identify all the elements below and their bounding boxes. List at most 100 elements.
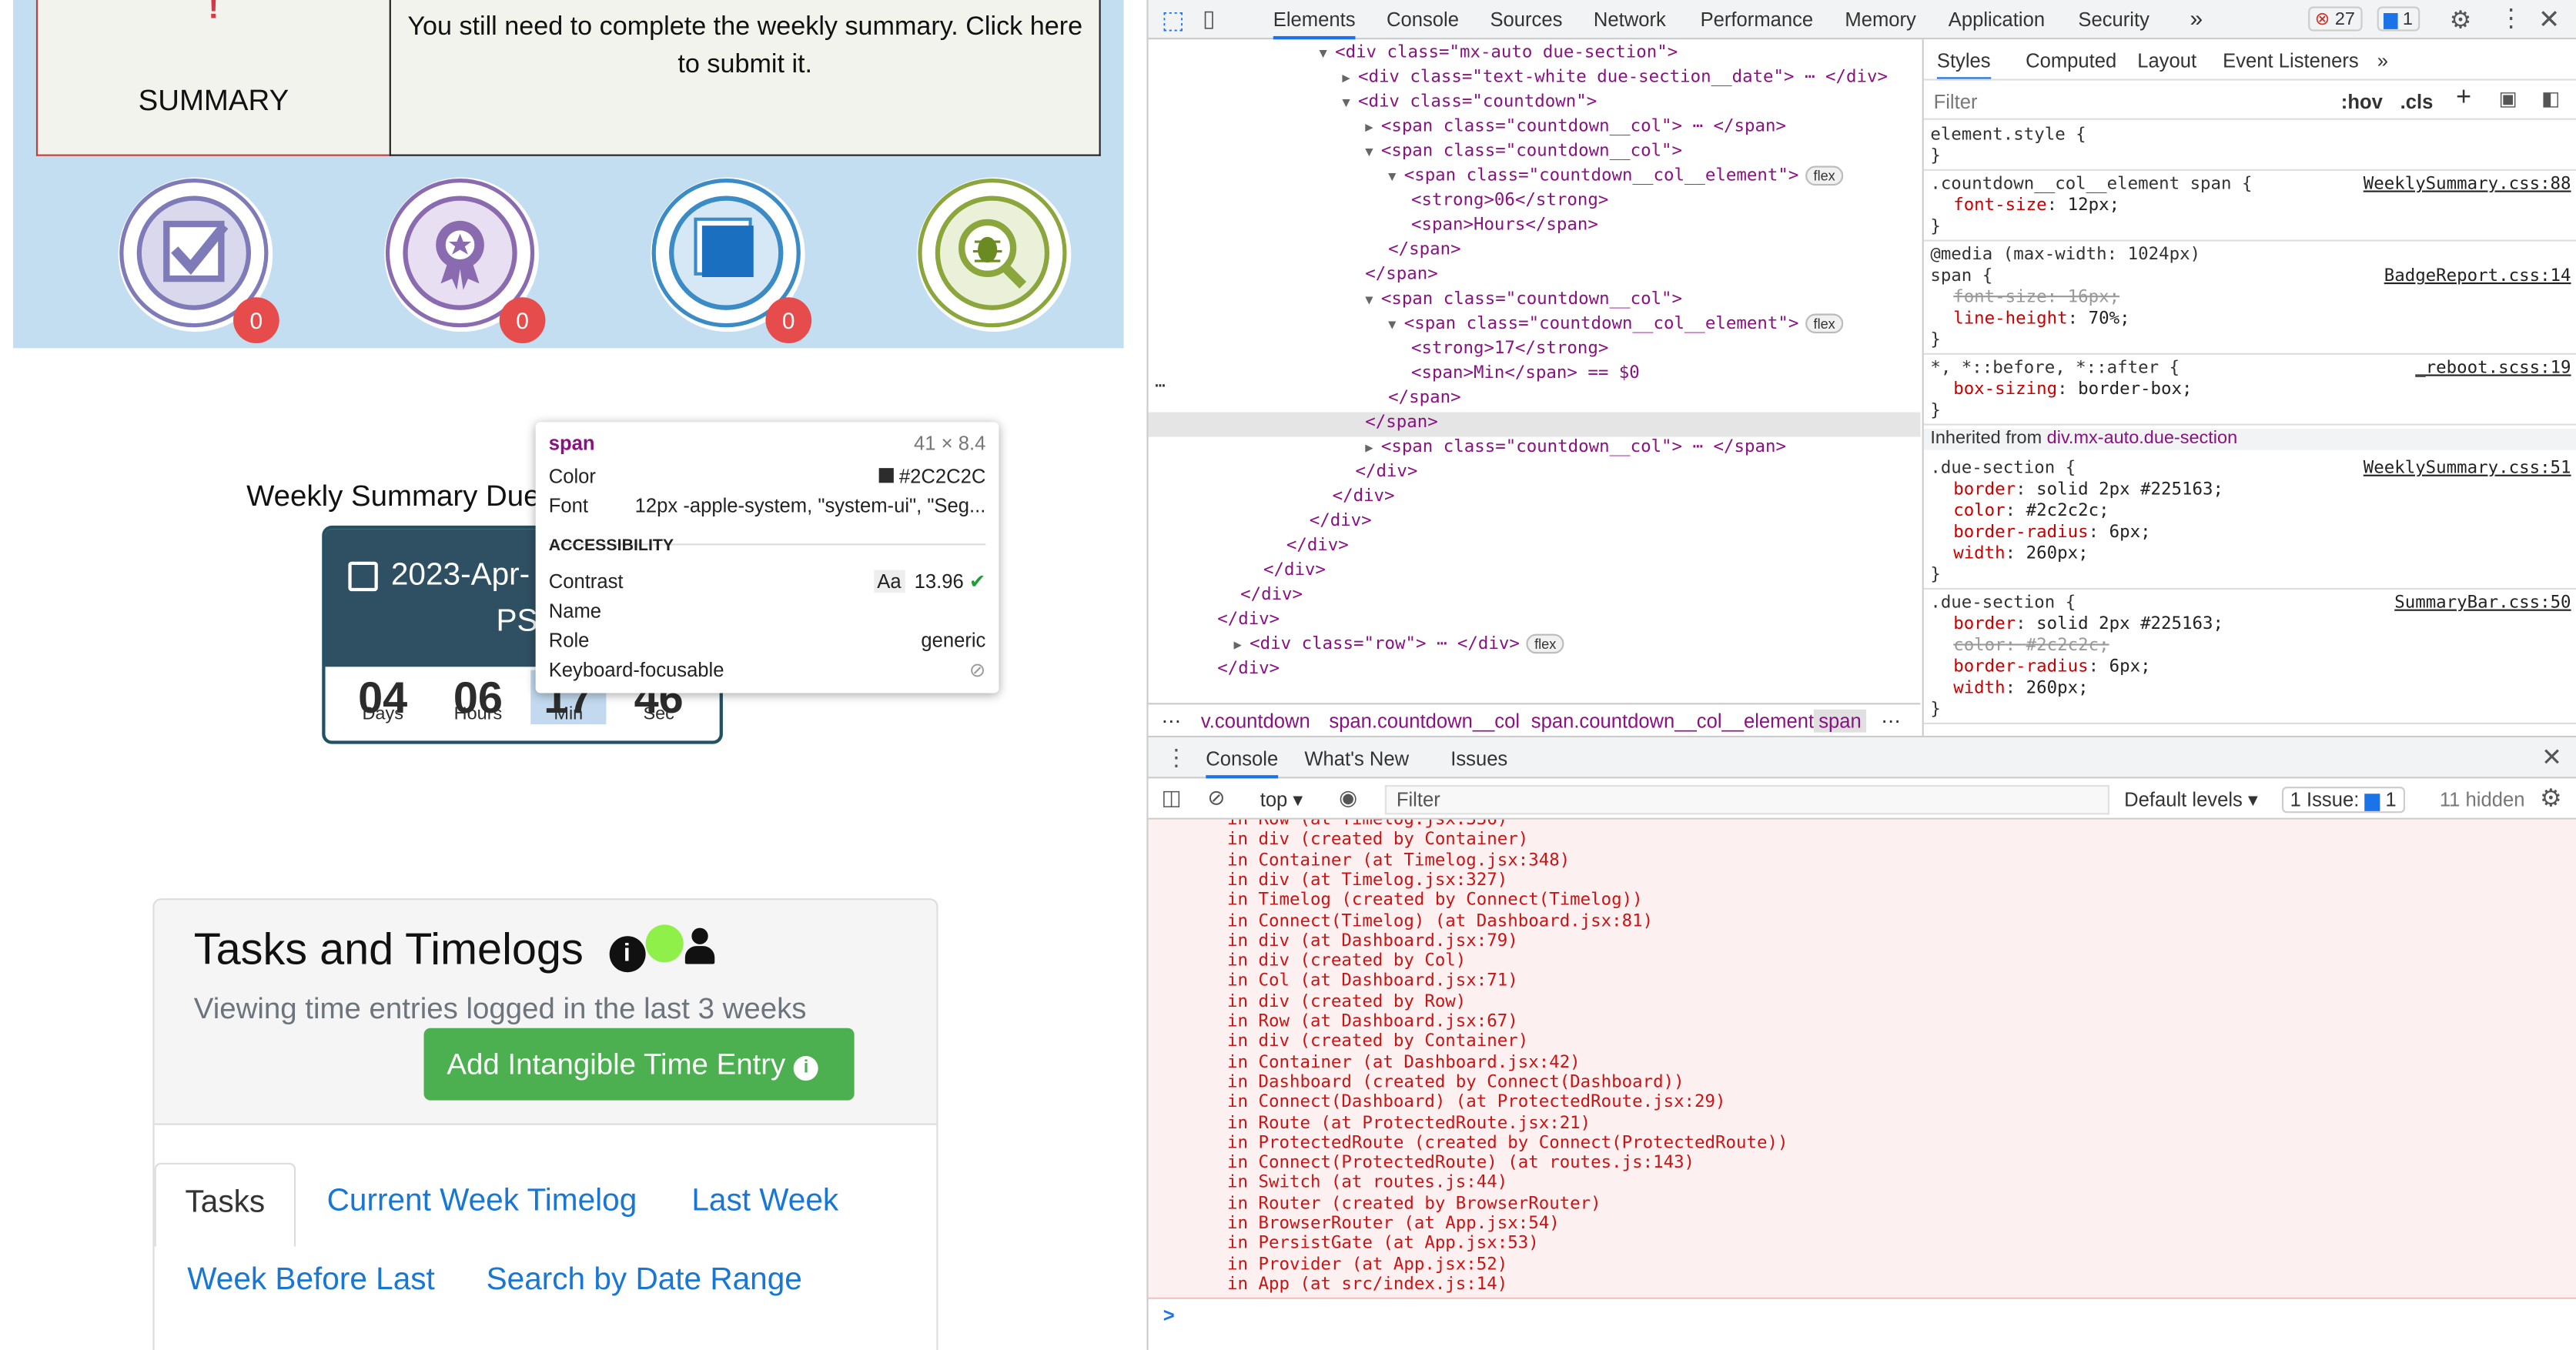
dom-node-line[interactable]: </div> <box>1240 583 1303 607</box>
expand-arrow-icon[interactable]: ▼ <box>1365 292 1381 307</box>
dom-node-line[interactable]: </span> <box>1365 262 1437 287</box>
drawer-tab-console[interactable]: Console <box>1206 747 1279 779</box>
breadcrumb-countdown[interactable]: v.countdown <box>1201 710 1310 733</box>
style-rule-selector[interactable]: element.style { <box>1930 125 2086 146</box>
tab-event-listeners[interactable]: Event Listeners <box>2223 49 2359 72</box>
dom-node-line[interactable]: <span>Min</span> == $0 <box>1411 361 1640 386</box>
style-property[interactable]: width: 260px; <box>1953 543 2088 565</box>
add-intangible-time-entry-button[interactable]: Add Intangible Time Entry i <box>423 1028 855 1101</box>
tab-network[interactable]: Network <box>1594 8 1666 32</box>
expand-arrow-icon[interactable]: ▼ <box>1365 145 1381 159</box>
tab-console[interactable]: Console <box>1387 8 1459 32</box>
info-icon[interactable]: i <box>608 936 645 973</box>
dom-node-line[interactable]: ▶ <span class="countdown__col"> ⋯ </span… <box>1365 115 1786 139</box>
add-rule-icon[interactable]: + <box>2456 84 2471 113</box>
more-tabs-button[interactable]: » <box>2190 5 2203 31</box>
style-rule-selector[interactable]: .countdown__col__element span { <box>1930 174 2252 195</box>
expand-arrow-icon[interactable]: ▼ <box>1342 95 1358 110</box>
styles-filter-input[interactable]: Filter <box>1934 90 1978 113</box>
styles-more-tabs[interactable]: » <box>2377 49 2388 72</box>
dom-node-line[interactable]: ▼ <span class="countdown__col"> <box>1365 139 1682 164</box>
clear-console-icon[interactable]: ⊘ <box>1207 785 1225 811</box>
style-rule-source-link[interactable]: BadgeReport.css:14 <box>2384 266 2571 286</box>
status-dot-icon[interactable] <box>644 924 683 963</box>
breadcrumb-countdown-col[interactable]: span.countdown__col <box>1329 710 1520 733</box>
cls-toggle[interactable]: .cls <box>2400 90 2434 113</box>
flex-badge[interactable]: flex <box>1805 165 1844 186</box>
drawer-tab-issues[interactable]: Issues <box>1450 747 1507 770</box>
tasks-badge[interactable]: 0 <box>118 177 279 343</box>
style-property[interactable]: border: solid 2px #225163; <box>1953 614 2223 636</box>
dom-node-line[interactable]: </div> <box>1217 608 1280 633</box>
inspect-element-icon[interactable]: ⬚ <box>1162 5 1185 35</box>
dom-node-line[interactable]: ▶ <div class="text-white due-section__da… <box>1342 65 1888 90</box>
dom-node-line[interactable]: ▼ <span class="countdown__col"> <box>1365 287 1682 312</box>
tab-current-week-timelog[interactable]: Current Week Timelog <box>327 1184 637 1220</box>
blue-square-badge[interactable]: 0 <box>651 177 812 343</box>
tab-computed[interactable]: Computed <box>2026 49 2116 72</box>
style-rule-source-link[interactable]: WeeklySummary.css:88 <box>2364 174 2571 194</box>
dom-node-line[interactable]: ▶ <span class="countdown__col"> ⋯ </span… <box>1365 435 1786 459</box>
style-property[interactable]: border-radius: 6px; <box>1953 657 2150 679</box>
dom-node-line[interactable]: <span>Hours</span> <box>1411 213 1598 238</box>
tab-sources[interactable]: Sources <box>1490 8 1562 32</box>
dom-node-line[interactable]: </span> <box>1388 238 1460 262</box>
dom-node-line[interactable]: </span> <box>1365 410 1437 435</box>
style-property[interactable]: color: #2c2c2c; <box>1953 636 2109 657</box>
expand-arrow-icon[interactable]: ▼ <box>1388 317 1404 332</box>
summary-alert-box[interactable]: ! SUMMARY <box>35 0 391 156</box>
log-levels-dropdown[interactable]: Default levels ▾ <box>2124 788 2258 811</box>
dom-node-line[interactable]: ▼ <div class="countdown"> <box>1342 90 1597 115</box>
style-rule-source-link[interactable]: _reboot.scss:19 <box>2415 358 2571 378</box>
style-property[interactable]: border-radius: 6px; <box>1953 523 2150 544</box>
dom-node-line[interactable]: ▼ <span class="countdown__col__element">… <box>1388 164 1844 189</box>
report-bug-badge[interactable] <box>916 177 1075 335</box>
tab-elements[interactable]: Elements <box>1273 8 1356 40</box>
tab-performance[interactable]: Performance <box>1701 8 1814 32</box>
style-rule-source-link[interactable]: WeeklySummary.css:51 <box>2364 458 2571 478</box>
expand-arrow-icon[interactable]: ▼ <box>1320 46 1336 61</box>
expand-arrow-icon[interactable]: ▶ <box>1365 120 1381 135</box>
dom-node-line[interactable]: </div> <box>1263 558 1326 583</box>
tab-memory[interactable]: Memory <box>1845 8 1915 32</box>
dom-node-line[interactable]: ▼ <span class="countdown__col__element">… <box>1388 312 1844 336</box>
dom-node-line[interactable]: </div> <box>1355 459 1417 484</box>
user-icon[interactable] <box>683 927 716 964</box>
style-property[interactable]: box-sizing: border-box; <box>1953 379 2192 401</box>
tab-application[interactable]: Application <box>1949 8 2045 32</box>
dom-node-line[interactable]: ▼ <div class="mx-auto due-section"> <box>1320 41 1678 65</box>
style-rule-selector[interactable]: span { <box>1930 266 1992 288</box>
style-property[interactable]: color: #2c2c2c; <box>1953 501 2109 523</box>
expand-arrow-icon[interactable]: ▶ <box>1234 637 1250 652</box>
drawer-menu-icon[interactable]: ⋮ <box>1165 744 1188 772</box>
eye-icon[interactable]: ◉ <box>1339 785 1357 811</box>
style-rule-selector[interactable]: *, *::before, *::after { <box>1930 358 2180 379</box>
expand-arrow-icon[interactable]: ▶ <box>1365 440 1381 455</box>
badges-earned-badge[interactable]: 0 <box>384 177 546 343</box>
console-prompt[interactable]: > <box>1163 1304 1175 1327</box>
dom-node-line[interactable]: </div> <box>1217 657 1280 682</box>
tab-last-week[interactable]: Last Week <box>691 1184 838 1220</box>
close-icon[interactable]: ✕ <box>2538 3 2561 36</box>
dom-node-line[interactable]: <strong>06</strong> <box>1411 189 1608 213</box>
tab-layout[interactable]: Layout <box>2137 49 2196 72</box>
style-property[interactable]: font-size: 16px; <box>1953 287 2119 309</box>
tab-week-before-last[interactable]: Week Before Last <box>187 1263 435 1299</box>
sidebar-toggle-icon[interactable]: ◫ <box>1162 785 1182 811</box>
style-rule-selector[interactable]: @media (max-width: 1024px) <box>1930 245 2200 266</box>
style-property[interactable]: line-height: 70%; <box>1953 309 2129 330</box>
summary-message[interactable]: You still need to complete the weekly su… <box>389 0 1101 156</box>
settings-gear-icon[interactable]: ⚙ <box>2450 5 2472 35</box>
paint-icon[interactable]: ▣ <box>2499 87 2517 110</box>
style-property[interactable]: width: 260px; <box>1953 678 2088 700</box>
dom-node-line[interactable]: <strong>17</strong> <box>1411 336 1608 361</box>
kebab-menu-icon[interactable]: ⋮ <box>2499 3 2524 32</box>
message-counter[interactable]: ▆ 1 <box>2377 6 2420 32</box>
breadcrumb-countdown-col-element[interactable]: span.countdown__col__element <box>1531 710 1814 733</box>
flex-badge[interactable]: flex <box>1805 313 1844 334</box>
selected-node-dots-icon[interactable]: ⋯ <box>1155 375 1166 399</box>
dom-node-line[interactable]: </span> <box>1388 386 1460 410</box>
flex-badge[interactable]: flex <box>1526 633 1565 654</box>
dom-node-line[interactable]: </div> <box>1310 509 1372 533</box>
style-rule-selector[interactable]: .due-section { <box>1930 458 2076 480</box>
